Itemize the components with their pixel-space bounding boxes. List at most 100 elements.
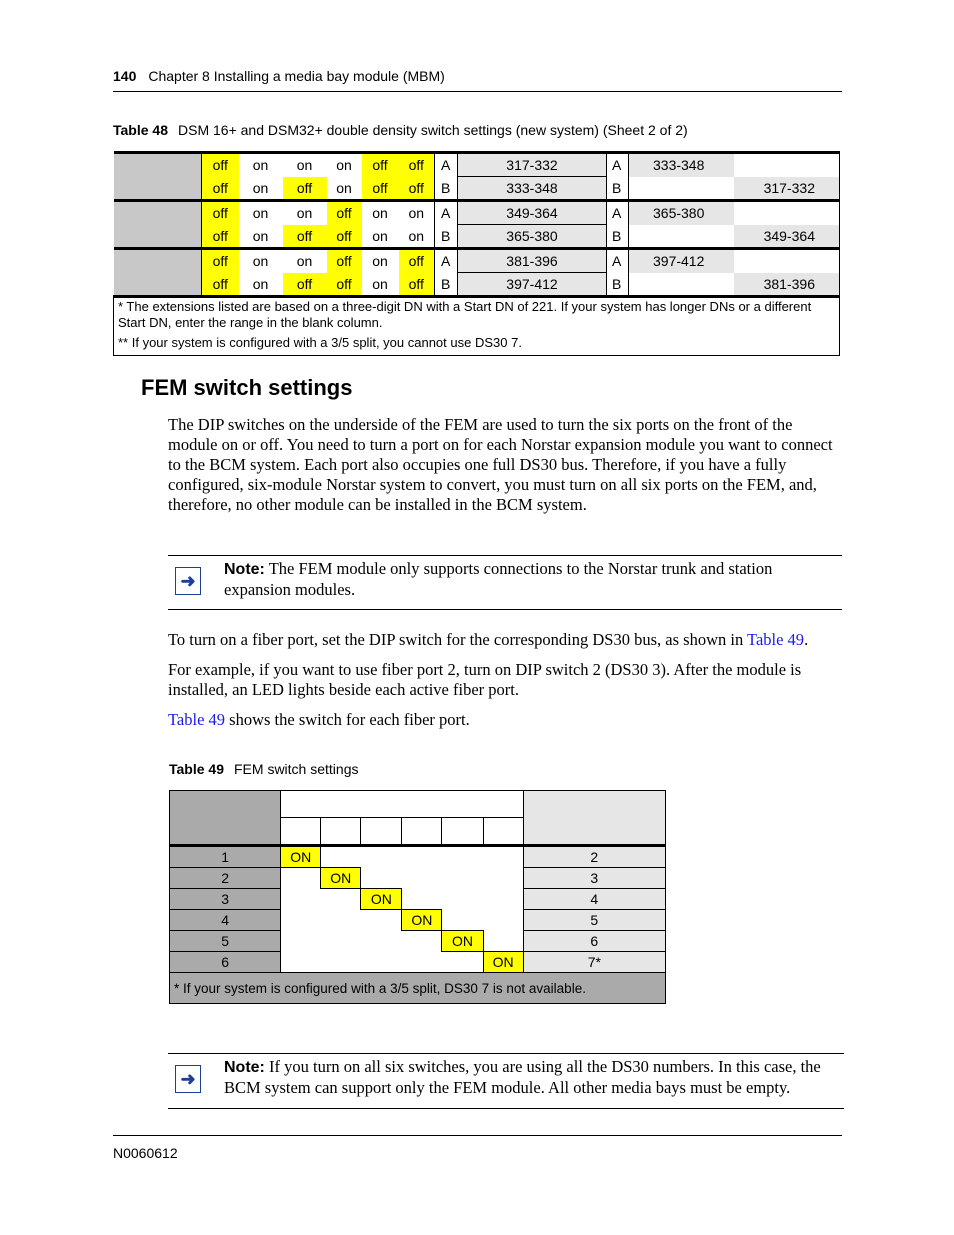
bank-letter: A [434,247,458,273]
switch-6-cell: off [398,247,435,273]
fiber-port-cell: 3 [168,888,282,910]
extension-range: 333-348 [457,176,607,201]
table49-row: 6 ON 7* [168,951,667,973]
fiber-port-cell: 6 [168,951,282,973]
header-ds30-cell [522,790,667,846]
section-title: FEM switch settings [141,375,353,400]
paragraph-table-ref: Table 49 shows the switch for each fiber… [168,710,844,730]
arrow-right-icon: ➜ [175,567,201,595]
table48-row: off on on off on off A 381-396 A 397-412 [113,247,840,297]
switch-6-cell: off [398,151,435,177]
switch-empty-cell [441,867,484,889]
switch-5-cell: on [361,199,399,225]
switch-4-cell: off [326,272,362,297]
paragraph-table-ref-text: shows the switch for each fiber port. [225,710,470,729]
extension-range: 365-380 [457,224,607,249]
page-number: 140 [113,68,137,84]
extension-range: 317-332 [457,151,607,177]
fiber-port-cell: 4 [168,909,282,931]
switch-5-cell: off [361,176,399,201]
switch-2-cell: on [238,247,283,273]
switch-5-cell: on [361,224,399,249]
switch-1-cell: off [201,272,239,297]
paragraph-turn-on-text: To turn on a fiber port, set the DIP swi… [168,630,748,649]
switch-empty-cell [360,867,402,889]
switch-1-cell: off [201,176,239,201]
switch-empty-cell [360,951,402,973]
switch-empty-cell [483,844,524,868]
switch-4-cell: on [326,151,362,177]
range-column-b [733,199,840,225]
switch-on-cell: ON [320,867,362,889]
note1-bottom-rule [168,609,842,610]
table48-row: off on off off on off B 397-412 B 381-396 [114,272,840,297]
table49-row: 4 ON 5 [168,909,667,931]
extension-range: 349-364 [457,199,607,225]
range-column-b: 317-332 [733,176,840,201]
bank-letter: A [434,199,458,225]
switch-on-cell: ON [441,930,484,952]
switch-empty-cell [401,888,442,910]
table48-number: Table 48 [113,122,168,138]
switch-empty-cell [280,888,321,910]
switch-6-cell: off [398,176,435,201]
table49: 1 ON 2 2 ON 3 3 ON 4 4 ON 5 5 ON 6 6 ON 7* * If your syste… [168,790,667,1004]
bank-letter: A [434,151,458,177]
switch-2-cell: on [238,199,283,225]
bank-letter: B [434,224,458,249]
range-column-b: 381-396 [733,272,840,297]
extension-range: 397-412 [457,272,607,297]
header-switch-6 [482,817,524,846]
switch-empty-cell [483,888,524,910]
extension-range: 381-396 [457,247,607,273]
group-label-cell [113,151,202,201]
switch-2-cell: on [238,151,283,177]
table49-row: 2 ON 3 [168,867,667,889]
ds30-cell: 3 [522,867,667,889]
switch-empty-cell [441,951,484,973]
ds30-cell: 7* [522,951,667,973]
table48-footnote-row: * The extensions listed are based on a t… [113,295,840,332]
table49-row: 1 ON 2 [168,844,667,868]
bank-letter-2: A [606,199,629,225]
switch-4-cell: on [326,176,362,201]
switch-5-cell: off [361,151,399,177]
range-column-b: 349-364 [733,224,840,249]
note2: Note: If you turn on all six switches, y… [224,1057,844,1098]
switch-empty-cell [401,930,442,952]
header-switch-1 [280,817,322,846]
header-switch-4 [401,817,443,846]
range-column-a [628,176,734,201]
table49-footnote: * If your system is configured with a 3/… [169,972,666,1004]
switch-empty-cell [280,930,321,952]
table49-link[interactable]: Table 49 [747,630,804,649]
note1-top-rule [168,555,842,556]
table49-caption: Table 49 FEM switch settings [169,761,358,777]
switch-1-cell: off [201,199,239,225]
range-column-a: 333-348 [628,151,734,177]
table48-footnote-row: ** If your system is configured with a 3… [113,332,840,356]
table48-row: off on off off on on B 365-380 B 349-364 [114,224,840,249]
bank-letter-2: B [606,176,629,201]
switch-4-cell: off [326,247,362,273]
note2-top-rule [168,1053,844,1054]
switch-2-cell: on [238,224,283,249]
fiber-port-cell: 2 [168,867,282,889]
switch-empty-cell [280,951,321,973]
switch-4-cell: off [326,199,362,225]
switch-1-cell: off [201,224,239,249]
table48-footnote: * The extensions listed are based on a t… [113,295,840,332]
paragraph-turn-on: To turn on a fiber port, set the DIP swi… [168,630,844,650]
table49-link-2[interactable]: Table 49 [168,710,225,729]
paragraph-turn-on-end: . [804,630,809,649]
ds30-cell: 6 [522,930,667,952]
note2-text: If you turn on all six switches, you are… [224,1057,821,1097]
note1-text: The FEM module only supports connections… [224,559,773,599]
bank-letter: B [434,272,458,297]
group-label-cell [113,247,202,297]
note2-bottom-rule [168,1108,844,1109]
switch-5-cell: on [361,247,399,273]
switch-empty-cell [360,930,402,952]
table48-title: DSM 16+ and DSM32+ double density switch… [178,122,688,138]
switch-on-cell: ON [401,909,443,931]
